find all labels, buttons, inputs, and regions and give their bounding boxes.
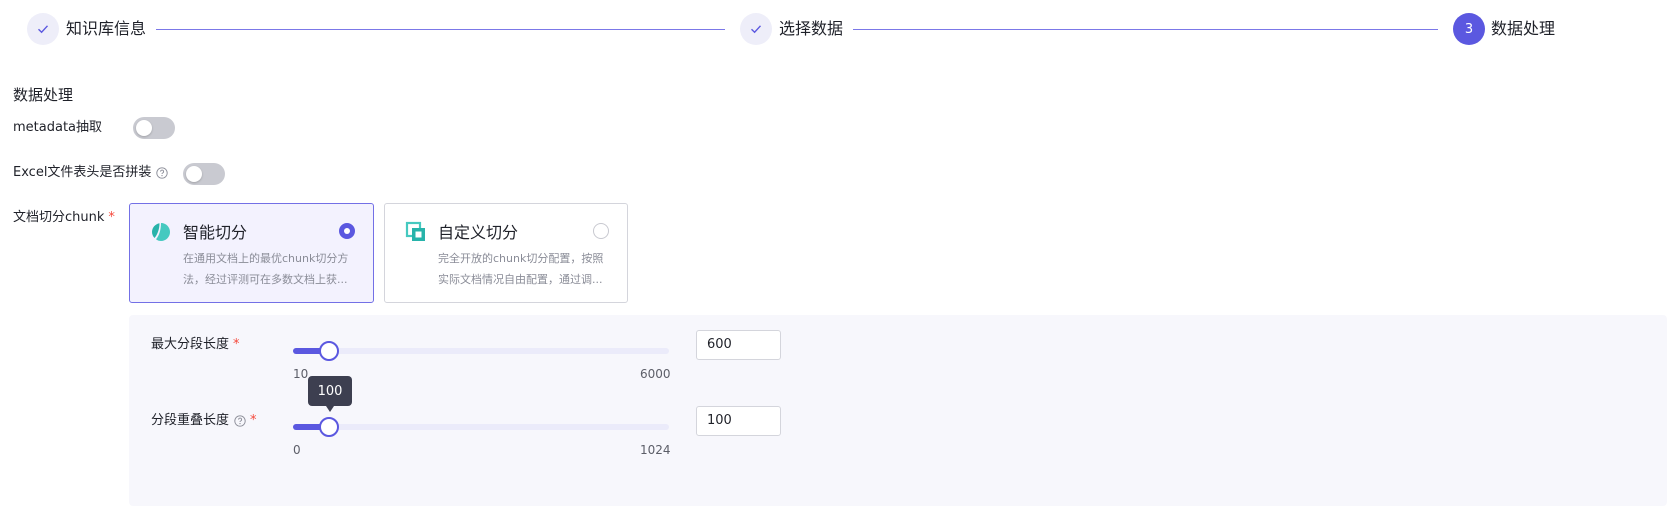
smart-split-icon	[152, 223, 170, 241]
max-segment-max: 6000	[640, 367, 671, 381]
max-segment-input[interactable]: 600	[696, 330, 781, 360]
custom-split-desc-line1: 完全开放的chunk切分配置，按照	[438, 252, 604, 265]
metadata-extract-label: metadata抽取	[13, 119, 102, 137]
required-mark: *	[108, 210, 115, 225]
help-icon[interactable]	[156, 167, 169, 179]
step-2-label: 选择数据	[779, 19, 844, 38]
custom-split-desc: 完全开放的chunk切分配置，按照 实际文档情况自由配置，通过调...	[438, 248, 618, 290]
overlap-min: 0	[293, 443, 301, 457]
excel-header-label-text: Excel文件表头是否拼装	[13, 165, 152, 180]
max-segment-label-text: 最大分段长度	[151, 337, 230, 352]
metadata-extract-label-text: metadata抽取	[13, 120, 103, 135]
toggle-knob	[136, 120, 152, 136]
metadata-extract-toggle[interactable]	[133, 117, 175, 139]
max-segment-slider[interactable]	[293, 341, 669, 361]
smart-split-title: 智能切分	[183, 223, 248, 242]
overlap-slider-tooltip: 100	[308, 376, 352, 412]
smart-split-card[interactable]: 智能切分 在通用文档上的最优chunk切分方 法，经过评测可在多数文档上获...	[129, 203, 374, 303]
custom-split-icon	[405, 221, 425, 241]
chunk-settings-panel: 最大分段长度 * 10 6000 600 100 分段重叠长度 * 0 1024…	[129, 315, 1667, 506]
overlap-slider-thumb[interactable]	[319, 417, 339, 437]
custom-split-title: 自定义切分	[438, 223, 519, 242]
smart-split-desc: 在通用文档上的最优chunk切分方 法，经过评测可在多数文档上获...	[183, 248, 363, 290]
step-2-check-icon	[740, 13, 772, 45]
custom-split-card[interactable]: 自定义切分 完全开放的chunk切分配置，按照 实际文档情况自由配置，通过调..…	[384, 203, 628, 303]
smart-split-radio[interactable]	[339, 223, 355, 239]
help-icon[interactable]	[234, 415, 246, 427]
custom-split-radio[interactable]	[593, 223, 609, 239]
max-segment-slider-thumb[interactable]	[319, 341, 339, 361]
excel-header-label: Excel文件表头是否拼装	[13, 164, 169, 182]
step-3-number: 3	[1453, 13, 1485, 45]
toggle-knob	[186, 166, 202, 182]
step-connector-2	[853, 29, 1438, 30]
excel-header-toggle[interactable]	[183, 163, 225, 185]
overlap-slider[interactable]	[293, 417, 669, 437]
overlap-label-text: 分段重叠长度	[151, 413, 230, 428]
chunk-label: 文档切分chunk *	[13, 209, 115, 227]
overlap-max: 1024	[640, 443, 671, 457]
smart-split-desc-line1: 在通用文档上的最优chunk切分方	[183, 252, 349, 265]
overlap-label: 分段重叠长度 *	[151, 412, 257, 430]
step-1-check-icon	[27, 13, 59, 45]
required-mark: *	[233, 337, 240, 352]
max-segment-min: 10	[293, 367, 309, 381]
overlap-input[interactable]: 100	[696, 406, 781, 436]
steps-bar: 知识库信息 选择数据 3 数据处理	[0, 0, 1670, 60]
step-connector-1	[156, 29, 725, 30]
required-mark: *	[250, 413, 257, 428]
chunk-label-text: 文档切分chunk	[13, 210, 105, 225]
section-title: 数据处理	[13, 86, 74, 104]
max-segment-label: 最大分段长度 *	[151, 336, 240, 354]
custom-split-desc-line2: 实际文档情况自由配置，通过调...	[438, 273, 603, 286]
smart-split-desc-line2: 法，经过评测可在多数文档上获...	[183, 273, 348, 286]
step-3-label: 数据处理	[1491, 19, 1556, 38]
step-1-label: 知识库信息	[66, 19, 147, 38]
